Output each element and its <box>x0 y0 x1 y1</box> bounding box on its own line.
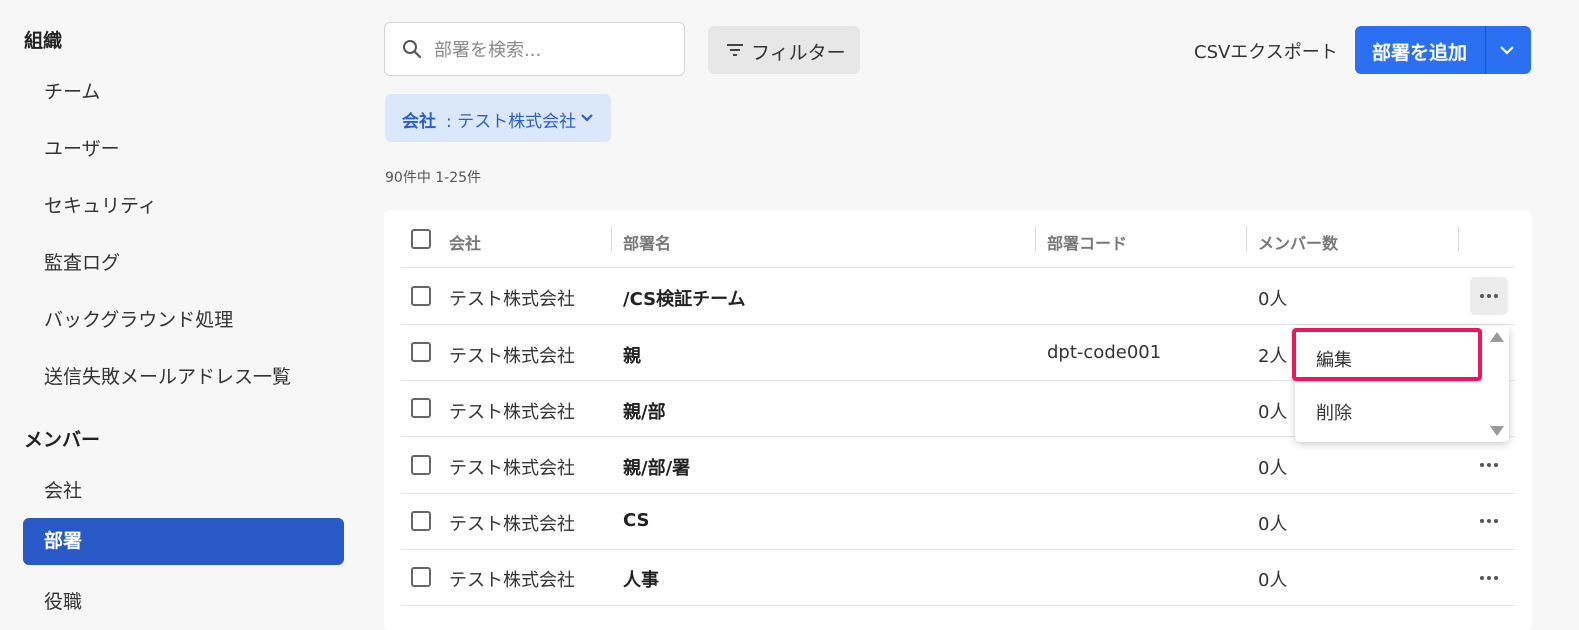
add-department-label: 部署を追加 <box>1372 42 1468 64</box>
cell-member-count: 0人 <box>1258 570 1288 591</box>
sidebar: 組織 チーム ユーザー セキュリティ 監査ログ バックグラウンド処理 送信失敗メ… <box>0 0 360 618</box>
cell-member-count: 2人 <box>1258 346 1288 367</box>
add-department-button[interactable]: 部署を追加 <box>1355 26 1531 74</box>
cell-company: テスト株式会社 <box>449 514 575 535</box>
section-heading-organization: 組織 <box>24 30 63 52</box>
sidebar-item-users[interactable]: ユーザー <box>44 134 120 161</box>
row-checkbox[interactable] <box>411 398 431 418</box>
row-checkbox[interactable] <box>411 567 431 587</box>
column-divider <box>611 226 612 252</box>
row-checkbox[interactable] <box>411 342 431 362</box>
column-header-department-name[interactable]: 部署名 <box>623 230 671 254</box>
sidebar-item-security[interactable]: セキュリティ <box>44 191 157 218</box>
row-checkbox[interactable] <box>411 455 431 475</box>
chevron-down-icon <box>581 114 593 122</box>
filter-icon <box>727 44 743 56</box>
cell-company: テスト株式会社 <box>449 458 575 479</box>
result-count: 90件中 1-25件 <box>385 170 482 186</box>
search-box[interactable] <box>384 22 685 76</box>
row-actions-button[interactable] <box>1470 502 1508 540</box>
row-divider <box>401 493 1515 494</box>
column-divider <box>1458 226 1459 252</box>
cell-member-count: 0人 <box>1258 402 1288 423</box>
section-heading-members: メンバー <box>24 429 101 451</box>
sidebar-item-departments[interactable]: 部署 <box>23 518 344 565</box>
sidebar-item-companies[interactable]: 会社 <box>44 476 82 503</box>
filter-button[interactable]: フィルター <box>708 26 860 74</box>
sidebar-item-audit-log[interactable]: 監査ログ <box>44 248 120 275</box>
cell-company: テスト株式会社 <box>449 346 575 367</box>
cell-department-name[interactable]: /CS検証チーム <box>623 285 746 311</box>
select-all-checkbox[interactable] <box>411 229 431 249</box>
search-icon <box>403 40 422 59</box>
column-header-member-count[interactable]: メンバー数 <box>1258 230 1338 254</box>
scroll-down-arrow[interactable] <box>1490 426 1504 436</box>
row-checkbox[interactable] <box>411 286 431 306</box>
row-divider <box>401 324 1515 325</box>
column-divider <box>1035 226 1036 252</box>
menu-item-delete[interactable]: 削除 <box>1316 399 1352 425</box>
cell-member-count: 0人 <box>1258 458 1288 479</box>
column-header-department-code[interactable]: 部署コード <box>1047 230 1127 254</box>
row-divider <box>401 605 1515 606</box>
cell-department-name[interactable]: CS <box>623 510 650 531</box>
row-divider <box>401 549 1515 550</box>
chip-key: 会社 <box>402 112 436 132</box>
cell-department-name[interactable]: 親 <box>623 342 641 368</box>
scroll-up-arrow[interactable] <box>1490 332 1504 342</box>
cell-department-name[interactable]: 人事 <box>623 566 659 592</box>
cell-department-name[interactable]: 親/部 <box>623 398 666 424</box>
cell-department-name[interactable]: 親/部/署 <box>623 454 690 480</box>
cell-company: テスト株式会社 <box>449 570 575 591</box>
cell-member-count: 0人 <box>1258 514 1288 535</box>
column-header-company[interactable]: 会社 <box>449 230 481 254</box>
chevron-down-icon[interactable] <box>1499 43 1515 57</box>
row-actions-button[interactable] <box>1470 277 1508 315</box>
row-divider <box>401 267 1515 268</box>
cell-company: テスト株式会社 <box>449 402 575 423</box>
column-divider <box>1246 226 1247 252</box>
sidebar-item-positions[interactable]: 役職 <box>44 587 82 614</box>
cell-department-code: dpt-code001 <box>1047 342 1162 363</box>
row-actions-button[interactable] <box>1470 446 1508 484</box>
edit-highlight-box <box>1292 328 1482 381</box>
sidebar-item-background-jobs[interactable]: バックグラウンド処理 <box>44 305 233 332</box>
cell-member-count: 0人 <box>1258 289 1288 310</box>
company-filter-chip[interactable]: 会社 : テスト株式会社 <box>385 94 611 142</box>
cell-company: テスト株式会社 <box>449 289 575 310</box>
search-input[interactable] <box>432 35 676 65</box>
sidebar-item-teams[interactable]: チーム <box>44 77 100 104</box>
row-checkbox[interactable] <box>411 511 431 531</box>
row-actions-button[interactable] <box>1470 559 1508 597</box>
chip-value: : テスト株式会社 <box>446 112 577 132</box>
csv-export-button[interactable]: CSVエクスポート <box>1194 38 1338 64</box>
split-divider <box>1485 26 1486 74</box>
sidebar-item-failed-emails[interactable]: 送信失敗メールアドレス一覧 <box>44 362 291 389</box>
filter-button-label: フィルター <box>751 42 846 64</box>
